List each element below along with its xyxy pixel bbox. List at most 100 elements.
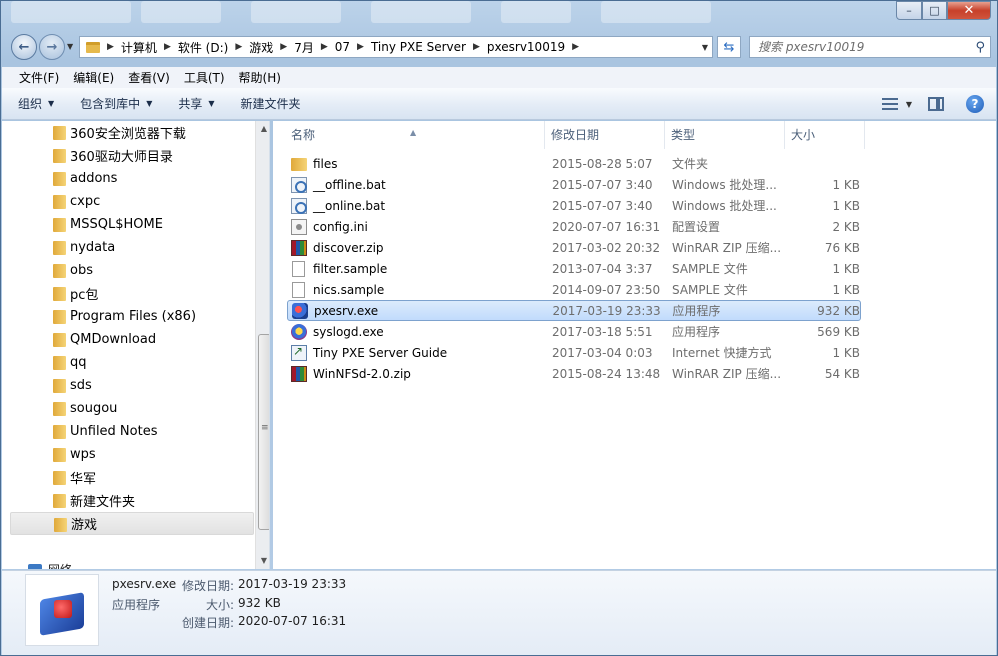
breadcrumb-current[interactable]: pxesrv10019 [487,40,565,54]
file-row[interactable]: nics.sample 2014-09-07 23:50 SAMPLE 文件 1… [287,279,861,300]
recent-pages-dropdown[interactable]: ▼ [67,42,73,51]
menu-tools[interactable]: 工具(T) [177,69,232,86]
breadcrumb-computer[interactable]: 计算机 [121,39,157,56]
refresh-icon: ⇆ [723,39,735,55]
breadcrumb-drive[interactable]: 软件 (D:) [178,39,228,56]
folder-icon [53,402,66,416]
minimize-button[interactable]: – [896,1,922,20]
organize-button[interactable]: 组织 ▼ [18,95,54,112]
breadcrumb-games[interactable]: 游戏 [249,39,273,56]
tree-item-selected[interactable]: 游戏 [10,512,254,535]
tree-item[interactable]: sougou [10,397,254,420]
include-in-library-button[interactable]: 包含到库中 ▼ [80,95,152,112]
share-button[interactable]: 共享 ▼ [178,95,214,112]
blank-file-icon [292,281,305,298]
file-size: 1 KB [832,282,860,297]
file-row[interactable]: filter.sample 2013-07-04 3:37 SAMPLE 文件 … [287,258,861,279]
explorer-window: – □ ✕ ← → ▼ ▶ 计算机 ▶ 软件 (D:) ▶ 游戏 ▶ 7月 ▶ … [0,0,998,656]
column-header-type[interactable]: 类型 [665,121,785,149]
tree-item[interactable]: qq [10,351,254,374]
batch-file-icon [291,176,307,193]
file-date: 2017-03-18 5:51 [552,324,653,339]
tree-item[interactable]: 360安全浏览器下载 [10,121,254,144]
tree-item[interactable]: 360驱动大师目录 [10,144,254,167]
tree-item[interactable]: nydata [10,236,254,259]
file-row-selected[interactable]: pxesrv.exe 2017-03-19 23:33 应用程序 932 KB [287,300,861,321]
breadcrumb-separator[interactable]: ▶ [314,42,335,52]
tree-item[interactable]: wps [10,443,254,466]
file-size: 1 KB [832,345,860,360]
file-row[interactable]: files 2015-08-28 5:07 文件夹 [287,153,861,174]
search-box[interactable]: ⚲ [749,36,991,58]
breadcrumb-day[interactable]: 07 [335,40,350,54]
breadcrumb-separator[interactable]: ▶ [350,42,371,52]
address-dropdown-icon[interactable]: ▼ [698,43,712,52]
tree-item[interactable]: sds [10,374,254,397]
nav-scrollbar[interactable]: ▲ ▼ [255,121,269,569]
tree-item[interactable]: QMDownload [10,328,254,351]
new-folder-label: 新建文件夹 [240,97,301,111]
file-row[interactable]: WinNFSd-2.0.zip 2015-08-24 13:48 WinRAR … [287,363,861,384]
scroll-down-icon[interactable]: ▼ [256,553,269,569]
tree-item-label: 华军 [70,472,97,487]
file-row[interactable]: __online.bat 2015-07-07 3:40 Windows 批处理… [287,195,861,216]
file-row[interactable]: discover.zip 2017-03-02 20:32 WinRAR ZIP… [287,237,861,258]
scrollbar-thumb[interactable] [258,334,269,530]
file-row[interactable]: Tiny PXE Server Guide 2017-03-04 0:03 In… [287,342,861,363]
column-header-name[interactable]: 名称 ▲ [273,121,545,149]
file-date: 2015-08-24 13:48 [552,366,661,381]
breadcrumb-separator[interactable]: ▶ [466,42,487,52]
breadcrumb-month[interactable]: 7月 [294,39,314,56]
breadcrumb: ▶ 计算机 ▶ 软件 (D:) ▶ 游戏 ▶ 7月 ▶ 07 ▶ Tiny PX… [100,37,586,57]
new-folder-button[interactable]: 新建文件夹 [241,95,301,112]
tree-item[interactable]: MSSQL$HOME [10,213,254,236]
preview-pane-icon[interactable] [928,97,944,111]
batch-file-icon [291,197,307,214]
menu-help[interactable]: 帮助(H) [232,69,288,86]
tree-item[interactable]: cxpc [10,190,254,213]
breadcrumb-separator[interactable]: ▶ [228,42,249,52]
tree-item-network[interactable]: 网络 [28,561,72,569]
file-row[interactable]: syslogd.exe 2017-03-18 5:51 应用程序 569 KB [287,321,861,342]
column-header-date[interactable]: 修改日期 [545,121,665,149]
breadcrumb-separator[interactable]: ▶ [565,42,586,52]
forward-button[interactable]: → [39,34,65,60]
breadcrumb-separator[interactable]: ▶ [157,42,178,52]
menu-edit[interactable]: 编辑(E) [66,69,121,86]
file-size: 1 KB [832,177,860,192]
address-bar[interactable]: ▶ 计算机 ▶ 软件 (D:) ▶ 游戏 ▶ 7月 ▶ 07 ▶ Tiny PX… [79,36,713,58]
file-date: 2017-03-04 0:03 [552,345,653,360]
search-icon[interactable]: ⚲ [975,40,985,55]
tree-item[interactable]: Unfiled Notes [10,420,254,443]
file-row[interactable]: __offline.bat 2015-07-07 3:40 Windows 批处… [287,174,861,195]
forward-arrow-icon: → [46,39,58,55]
folder-icon [53,218,66,232]
help-icon[interactable]: ? [966,95,984,113]
file-name: WinNFSd-2.0.zip [313,366,411,381]
back-button[interactable]: ← [11,34,37,60]
breadcrumb-separator[interactable]: ▶ [273,42,294,52]
tree-item[interactable]: 新建文件夹 [10,489,254,512]
breadcrumb-separator[interactable]: ▶ [100,42,121,52]
column-header-size[interactable]: 大小 [785,121,865,149]
tree-item[interactable]: addons [10,167,254,190]
breadcrumb-tiny-pxe[interactable]: Tiny PXE Server [371,40,466,54]
file-type: Windows 批处理... [672,199,777,213]
close-button[interactable]: ✕ [947,1,991,20]
tree-item-label: Program Files (x86) [70,309,197,324]
view-dropdown-icon[interactable]: ▼ [906,100,912,109]
internet-shortcut-icon [291,344,307,361]
scroll-up-icon[interactable]: ▲ [256,121,269,137]
maximize-button[interactable]: □ [922,1,947,20]
search-input[interactable] [758,40,958,54]
tree-item[interactable]: 华军 [10,466,254,489]
tree-item[interactable]: Program Files (x86) [10,305,254,328]
tree-item[interactable]: obs [10,259,254,282]
file-row[interactable]: config.ini 2020-07-07 16:31 配置设置 2 KB [287,216,861,237]
menu-view[interactable]: 查看(V) [121,69,177,86]
tree-item[interactable]: pc包 [10,282,254,305]
refresh-button[interactable]: ⇆ [717,36,741,58]
menu-file[interactable]: 文件(F) [12,69,66,86]
view-options-icon[interactable] [881,98,898,110]
details-created-value: 2020-07-07 16:31 [238,614,347,628]
